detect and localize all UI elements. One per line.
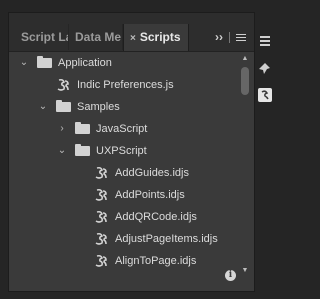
tree-folder-row[interactable]: ⌄ Samples <box>9 96 236 118</box>
chevron-down-icon[interactable]: ⌄ <box>57 140 67 162</box>
folder-label: Samples <box>77 101 120 113</box>
tab-data-merge[interactable]: Data Me <box>69 24 123 50</box>
script-icon <box>95 254 107 267</box>
tree-script-row[interactable]: AddQRCode.idjs <box>9 206 236 228</box>
close-tab-icon[interactable]: × <box>130 33 136 44</box>
scroll-down-arrow-icon[interactable]: ▼ <box>240 267 250 275</box>
vertical-scrollbar[interactable]: ▲ ▼ <box>239 55 251 275</box>
tab-label: Script La <box>21 30 69 44</box>
tree-script-row[interactable]: AddGuides.idjs <box>9 162 236 184</box>
script-icon <box>95 188 107 201</box>
tree-folder-row[interactable]: ⌄ Application <box>9 52 236 74</box>
divider <box>229 32 230 44</box>
chevron-down-icon[interactable]: ⌄ <box>19 52 29 74</box>
folder-icon <box>75 122 90 134</box>
folder-icon <box>75 144 90 156</box>
folder-label: UXPScript <box>96 145 147 157</box>
chevron-right-icon[interactable]: › <box>57 118 67 140</box>
hamburger-menu-icon[interactable] <box>236 32 246 43</box>
info-icon[interactable]: i <box>225 270 236 281</box>
script-label: Indic Preferences.js <box>77 79 174 91</box>
script-label: AddQRCode.idjs <box>115 211 197 223</box>
scroll-up-arrow-icon[interactable]: ▲ <box>240 55 250 63</box>
pin-icon[interactable] <box>258 62 272 76</box>
overflow-tabs-button[interactable]: ›› <box>215 30 223 44</box>
scripts-panel-icon[interactable] <box>258 88 272 102</box>
script-icon <box>95 166 107 179</box>
tab-scripts[interactable]: × Scripts <box>123 24 189 51</box>
folder-label: Application <box>58 57 112 69</box>
folder-icon <box>56 100 71 112</box>
scripts-tree: ⌄ Application Indic Preferences.js ⌄ Samples… <box>9 52 236 272</box>
scrollbar-thumb[interactable] <box>241 67 249 95</box>
tree-folder-row[interactable]: ⌄ UXPScript <box>9 140 236 162</box>
folder-label: JavaScript <box>96 123 148 135</box>
chevron-down-icon[interactable]: ⌄ <box>38 96 48 118</box>
script-label: AddPoints.idjs <box>115 189 185 201</box>
tree-script-row[interactable]: AddPoints.idjs <box>9 184 236 206</box>
script-label: AdjustPageItems.idjs <box>115 233 218 245</box>
tree-folder-row[interactable]: › JavaScript <box>9 118 236 140</box>
folder-icon <box>37 56 52 68</box>
tree-script-row[interactable]: AlignToPage.idjs <box>9 250 236 272</box>
panel-controls: ›› <box>215 24 246 50</box>
script-label: AlignToPage.idjs <box>115 255 197 267</box>
tab-label: Scripts <box>139 30 181 44</box>
tab-label: Data Me <box>75 30 122 44</box>
scripts-panel: Script La Data Me × Scripts ›› ⌄ Applicati… <box>8 12 255 292</box>
tab-script-label[interactable]: Script La <box>15 24 69 50</box>
right-toolbar-strip <box>255 24 272 114</box>
tab-bar: Script La Data Me × Scripts ›› <box>9 13 254 52</box>
tool-icon[interactable] <box>258 34 272 48</box>
script-icon <box>57 78 69 91</box>
tree-script-row[interactable]: AdjustPageItems.idjs <box>9 228 236 250</box>
script-icon <box>95 232 107 245</box>
script-icon <box>95 210 107 223</box>
tree-script-row[interactable]: Indic Preferences.js <box>9 74 236 96</box>
script-label: AddGuides.idjs <box>115 167 189 179</box>
